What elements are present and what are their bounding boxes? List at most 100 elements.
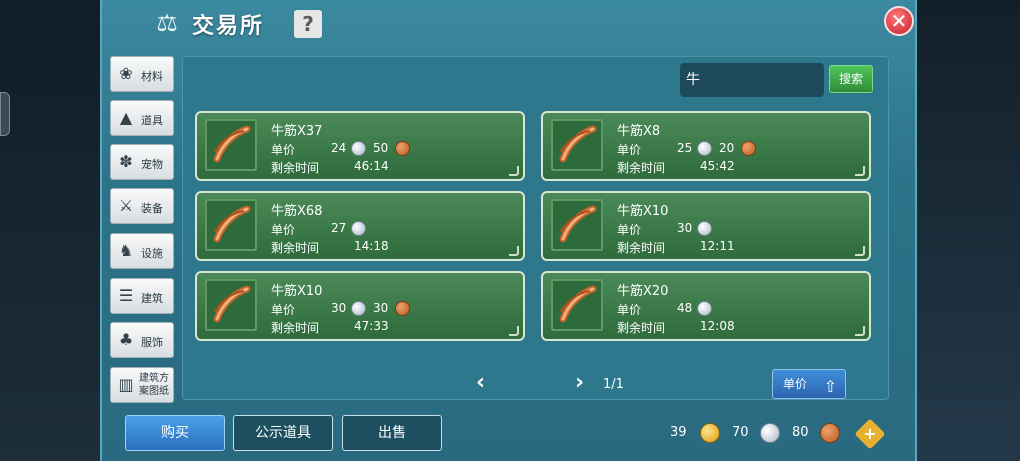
page-title: 交易所 bbox=[192, 14, 265, 39]
unit-price-label: 单价 bbox=[617, 303, 642, 317]
remaining-time: 14:18 bbox=[354, 239, 389, 253]
ox-tendon-icon bbox=[551, 279, 603, 331]
unit-price-label: 单价 bbox=[271, 143, 296, 157]
corner-mark-icon bbox=[509, 166, 519, 176]
silver-price: 27 bbox=[331, 221, 347, 235]
silver-price: 48 bbox=[677, 301, 693, 315]
sort-up-arrow-icon: ⇧ bbox=[823, 377, 837, 396]
item-name: 牛筋X10 bbox=[271, 284, 323, 299]
next-page-button[interactable]: › bbox=[575, 372, 584, 394]
silver-coin-icon bbox=[351, 301, 366, 316]
sidebar-item-facilities[interactable]: ♞ 设施 bbox=[110, 233, 174, 269]
silver-coin-icon bbox=[351, 141, 366, 156]
sidebar-item-props[interactable]: ▲ 道具 bbox=[110, 100, 174, 136]
ox-tendon-icon bbox=[205, 119, 257, 171]
listing-card[interactable]: 牛筋X8 单价 25 20 剩余时间 45:42 bbox=[541, 111, 871, 181]
silver-price: 30 bbox=[677, 221, 693, 235]
clothing-icon: ♣ bbox=[118, 330, 134, 349]
remaining-time: 45:42 bbox=[700, 159, 735, 173]
public-items-button[interactable]: 公示道具 bbox=[233, 415, 333, 451]
copper-price: 30 bbox=[373, 301, 389, 315]
listing-card[interactable]: 牛筋X20 单价 48 剩余时间 12:08 bbox=[541, 271, 871, 341]
remaining-time-label: 剩余时间 bbox=[271, 241, 320, 255]
silver-coin-icon bbox=[697, 141, 712, 156]
sort-label: 单价 bbox=[783, 377, 808, 391]
remaining-time-label: 剩余时间 bbox=[271, 321, 320, 335]
corner-mark-icon bbox=[855, 166, 865, 176]
silver-coin-icon bbox=[697, 301, 712, 316]
silver-coin-icon bbox=[697, 221, 712, 236]
materials-icon: ❀ bbox=[119, 64, 133, 83]
corner-mark-icon bbox=[855, 326, 865, 336]
remaining-time: 46:14 bbox=[354, 159, 389, 173]
copper-price: 50 bbox=[373, 141, 389, 155]
add-currency-button[interactable]: + bbox=[854, 418, 886, 450]
copper-coin-icon bbox=[395, 301, 410, 316]
title-bar: ⚖ 交易所 ? ✕ bbox=[102, 0, 915, 46]
sidebar-item-label: 材料 bbox=[141, 70, 163, 83]
copper-coin-icon bbox=[741, 141, 756, 156]
sidebar-item-pets[interactable]: ✽ 宠物 bbox=[110, 144, 174, 180]
corner-mark-icon bbox=[509, 326, 519, 336]
gold-amount: 39 bbox=[670, 425, 687, 440]
building-icon: ☰ bbox=[118, 286, 134, 305]
pet-paw-icon: ✽ bbox=[119, 152, 133, 171]
props-icon: ▲ bbox=[119, 108, 133, 127]
unit-price-label: 单价 bbox=[617, 223, 642, 237]
corner-mark-icon bbox=[509, 246, 519, 256]
prev-page-button[interactable]: ‹ bbox=[476, 372, 485, 394]
listing-card[interactable]: 牛筋X10 单价 30 剩余时间 12:11 bbox=[541, 191, 871, 261]
sidebar-item-equipment[interactable]: ⚔ 装备 bbox=[110, 188, 174, 224]
search-input[interactable]: 牛 bbox=[680, 63, 824, 97]
search-button[interactable]: 搜索 bbox=[829, 65, 873, 93]
listing-card[interactable]: 牛筋X68 单价 27 剩余时间 14:18 bbox=[195, 191, 525, 261]
close-button[interactable]: ✕ bbox=[884, 6, 914, 36]
silver-price: 24 bbox=[331, 141, 347, 155]
sidebar-item-materials[interactable]: ❀ 材料 bbox=[110, 56, 174, 92]
silver-price: 30 bbox=[331, 301, 347, 315]
copper-coin-icon bbox=[820, 423, 840, 443]
item-name: 牛筋X20 bbox=[617, 284, 669, 299]
silver-price: 25 bbox=[677, 141, 693, 155]
help-button[interactable]: ? bbox=[294, 10, 322, 38]
remaining-time: 12:08 bbox=[700, 319, 735, 333]
sidebar-item-clothing[interactable]: ♣ 服饰 bbox=[110, 322, 174, 358]
listing-card[interactable]: 牛筋X37 单价 24 50 剩余时间 46:14 bbox=[195, 111, 525, 181]
sidebar-item-blueprints[interactable]: ▥ 建筑方案图纸 bbox=[110, 367, 174, 403]
item-name: 牛筋X10 bbox=[617, 204, 669, 219]
blueprint-icon: ▥ bbox=[118, 375, 134, 394]
sell-button[interactable]: 出售 bbox=[342, 415, 442, 451]
listing-card[interactable]: 牛筋X10 单价 30 30 剩余时间 47:33 bbox=[195, 271, 525, 341]
ox-tendon-icon bbox=[205, 199, 257, 251]
facility-icon: ♞ bbox=[118, 241, 134, 260]
background-left bbox=[0, 0, 100, 461]
item-name: 牛筋X68 bbox=[271, 204, 323, 219]
plus-icon: + bbox=[863, 424, 877, 443]
equipment-icon: ⚔ bbox=[118, 196, 134, 215]
remaining-time: 47:33 bbox=[354, 319, 389, 333]
page-indicator: 1/1 bbox=[603, 377, 624, 392]
sidebar-item-label: 道具 bbox=[141, 114, 163, 127]
sort-by-unit-price-button[interactable]: 单价 ⇧ bbox=[772, 369, 846, 399]
sidebar-item-label: 建筑 bbox=[141, 292, 163, 305]
side-drawer-handle[interactable] bbox=[0, 92, 10, 136]
ox-tendon-icon bbox=[551, 199, 603, 251]
remaining-time-label: 剩余时间 bbox=[617, 241, 666, 255]
corner-mark-icon bbox=[855, 246, 865, 256]
remaining-time-label: 剩余时间 bbox=[617, 321, 666, 335]
copper-coin-icon bbox=[395, 141, 410, 156]
buy-button[interactable]: 购买 bbox=[125, 415, 225, 451]
ox-tendon-icon bbox=[551, 119, 603, 171]
remaining-time-label: 剩余时间 bbox=[617, 161, 666, 175]
sidebar-item-label: 宠物 bbox=[141, 158, 163, 171]
remaining-time: 12:11 bbox=[700, 239, 735, 253]
sidebar-item-buildings[interactable]: ☰ 建筑 bbox=[110, 278, 174, 314]
item-name: 牛筋X37 bbox=[271, 124, 323, 139]
silver-coin-icon bbox=[351, 221, 366, 236]
copper-amount: 80 bbox=[792, 425, 809, 440]
gold-coin-icon bbox=[700, 423, 720, 443]
sidebar-item-label: 装备 bbox=[141, 202, 163, 215]
copper-price: 20 bbox=[719, 141, 735, 155]
unit-price-label: 单价 bbox=[271, 303, 296, 317]
sidebar-item-label: 服饰 bbox=[141, 336, 163, 349]
